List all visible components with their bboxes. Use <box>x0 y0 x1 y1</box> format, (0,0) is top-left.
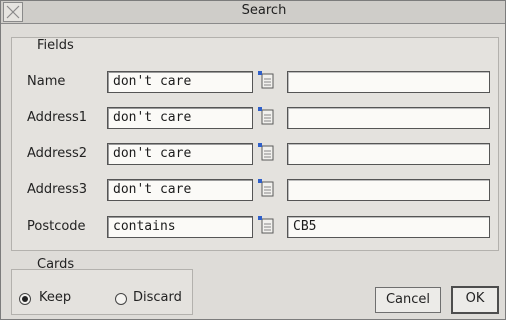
title-bar[interactable]: Search <box>1 1 505 24</box>
discard-radio-label[interactable]: Discard <box>133 290 182 305</box>
postcode-label: Postcode <box>27 219 86 234</box>
address1-label: Address1 <box>27 110 88 125</box>
name-label: Name <box>27 74 66 89</box>
discard-radio[interactable] <box>115 293 127 305</box>
postcode-condition-field[interactable]: contains <box>107 216 253 238</box>
close-icon <box>6 5 20 19</box>
search-dialog: Search Fields Name don't care Address1 d… <box>0 0 506 320</box>
address1-value-field[interactable] <box>287 107 490 129</box>
menu-popup-icon <box>258 143 274 161</box>
name-condition-menu-button[interactable] <box>257 70 277 90</box>
postcode-value-field[interactable]: CB5 <box>287 216 490 238</box>
address1-condition-field[interactable]: don't care <box>107 107 253 129</box>
name-condition-field[interactable]: don't care <box>107 71 253 93</box>
close-button[interactable] <box>3 2 23 22</box>
cards-group-title: Cards <box>37 257 75 272</box>
keep-radio-label[interactable]: Keep <box>39 290 71 305</box>
keep-radio[interactable] <box>19 293 31 305</box>
address2-value-field[interactable] <box>287 143 490 165</box>
fields-group-title: Fields <box>37 38 74 53</box>
address3-label: Address3 <box>27 182 88 197</box>
menu-popup-icon <box>258 107 274 125</box>
cancel-button[interactable]: Cancel <box>375 287 441 313</box>
address3-condition-menu-button[interactable] <box>257 178 277 198</box>
ok-button[interactable]: OK <box>451 286 499 314</box>
window-title: Search <box>241 3 287 18</box>
address2-condition-field[interactable]: don't care <box>107 143 253 165</box>
name-value-field[interactable] <box>287 71 490 93</box>
menu-popup-icon <box>258 179 274 197</box>
address3-value-field[interactable] <box>287 179 490 201</box>
address2-condition-menu-button[interactable] <box>257 142 277 162</box>
address1-condition-menu-button[interactable] <box>257 106 277 126</box>
address2-label: Address2 <box>27 146 88 161</box>
menu-popup-icon <box>258 71 274 89</box>
address3-condition-field[interactable]: don't care <box>107 179 253 201</box>
menu-popup-icon <box>258 216 274 234</box>
postcode-condition-menu-button[interactable] <box>257 215 277 235</box>
